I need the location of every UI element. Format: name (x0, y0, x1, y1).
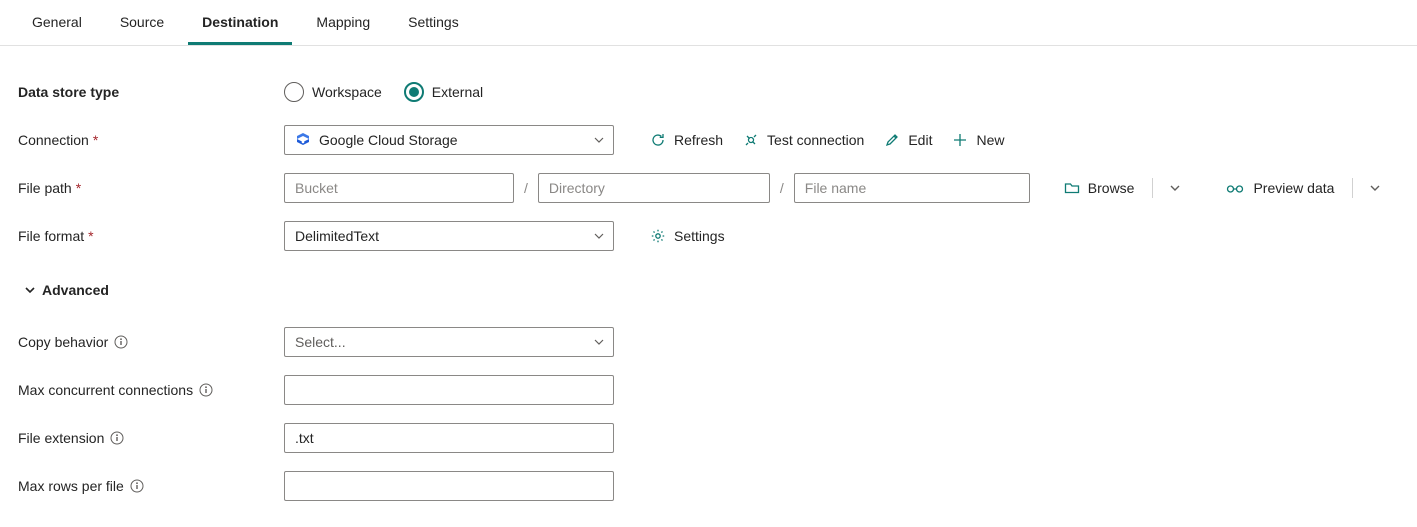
tab-bar: General Source Destination Mapping Setti… (0, 0, 1417, 46)
copy-behavior-placeholder: Select... (295, 334, 593, 350)
glasses-icon (1225, 180, 1245, 196)
folder-icon (1064, 180, 1080, 196)
bucket-input[interactable] (284, 173, 514, 203)
separator (1352, 178, 1353, 198)
pencil-icon (884, 132, 900, 148)
plus-icon (952, 132, 968, 148)
preview-data-button[interactable]: Preview data (1219, 176, 1340, 200)
chevron-down-icon (593, 230, 605, 242)
path-separator: / (778, 180, 786, 196)
chevron-down-icon (1169, 182, 1181, 194)
new-label: New (976, 132, 1004, 148)
advanced-label: Advanced (42, 282, 109, 298)
refresh-label: Refresh (674, 132, 723, 148)
advanced-toggle[interactable]: Advanced (18, 278, 109, 302)
file-extension-label: File extension (18, 430, 104, 446)
file-extension-input[interactable] (284, 423, 614, 453)
data-store-type-radio-group: Workspace External (284, 82, 483, 102)
max-rows-input[interactable] (284, 471, 614, 501)
format-settings-label: Settings (674, 228, 725, 244)
copy-behavior-label: Copy behavior (18, 334, 108, 350)
browse-dropdown[interactable] (1165, 178, 1185, 198)
tab-mapping[interactable]: Mapping (302, 0, 384, 45)
tab-settings[interactable]: Settings (394, 0, 473, 45)
data-store-type-label: Data store type (18, 84, 119, 100)
info-icon[interactable] (110, 431, 124, 445)
connection-select[interactable]: Google Cloud Storage (284, 125, 614, 155)
gear-icon (650, 228, 666, 244)
browse-label: Browse (1088, 180, 1135, 196)
required-star: * (88, 228, 93, 244)
required-star: * (93, 132, 98, 148)
chevron-down-icon (24, 284, 36, 296)
directory-input[interactable] (538, 173, 770, 203)
connection-value: Google Cloud Storage (319, 132, 593, 148)
new-button[interactable]: New (946, 128, 1010, 152)
info-icon[interactable] (199, 383, 213, 397)
copy-behavior-select[interactable]: Select... (284, 327, 614, 357)
radio-workspace-label: Workspace (312, 84, 382, 100)
test-connection-label: Test connection (767, 132, 864, 148)
tab-general[interactable]: General (18, 0, 96, 45)
browse-button[interactable]: Browse (1058, 176, 1141, 200)
test-connection-button[interactable]: Test connection (737, 128, 870, 152)
path-separator: / (522, 180, 530, 196)
preview-dropdown[interactable] (1365, 178, 1385, 198)
format-settings-button[interactable]: Settings (644, 224, 731, 248)
chevron-down-icon (1369, 182, 1381, 194)
radio-external[interactable]: External (404, 82, 483, 102)
radio-external-label: External (432, 84, 483, 100)
max-rows-label: Max rows per file (18, 478, 124, 494)
test-connection-icon (743, 132, 759, 148)
file-format-value: DelimitedText (295, 228, 593, 244)
edit-label: Edit (908, 132, 932, 148)
refresh-icon (650, 132, 666, 148)
preview-data-label: Preview data (1253, 180, 1334, 196)
refresh-button[interactable]: Refresh (644, 128, 729, 152)
file-format-label: File format (18, 228, 84, 244)
edit-button[interactable]: Edit (878, 128, 938, 152)
filename-input[interactable] (794, 173, 1030, 203)
required-star: * (76, 180, 81, 196)
connection-label: Connection (18, 132, 89, 148)
chevron-down-icon (593, 134, 605, 146)
file-path-label: File path (18, 180, 72, 196)
tab-destination[interactable]: Destination (188, 0, 292, 45)
radio-workspace[interactable]: Workspace (284, 82, 382, 102)
file-format-select[interactable]: DelimitedText (284, 221, 614, 251)
gcs-icon (295, 132, 311, 148)
separator (1152, 178, 1153, 198)
chevron-down-icon (593, 336, 605, 348)
info-icon[interactable] (114, 335, 128, 349)
max-concurrent-label: Max concurrent connections (18, 382, 193, 398)
tab-source[interactable]: Source (106, 0, 178, 45)
max-concurrent-input[interactable] (284, 375, 614, 405)
info-icon[interactable] (130, 479, 144, 493)
